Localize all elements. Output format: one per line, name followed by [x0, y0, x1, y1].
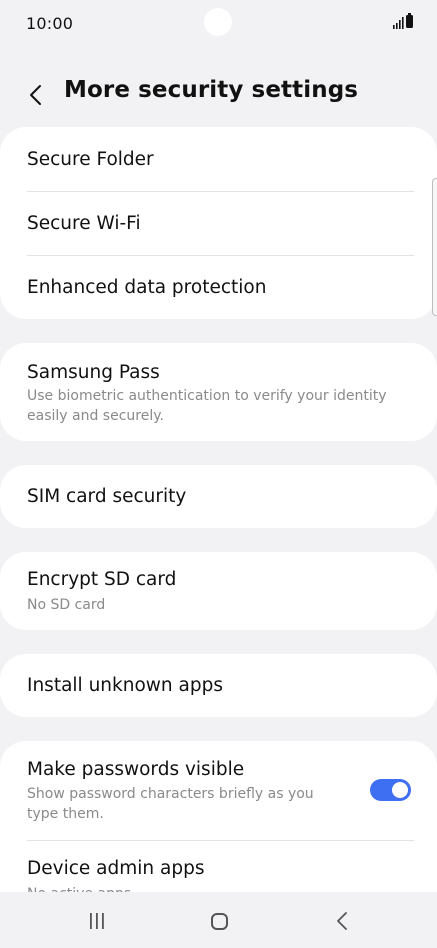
card-passwords: Make passwords visible Show password cha… [0, 741, 437, 893]
item-title: Encrypt SD card [27, 569, 177, 590]
passwords-visible-toggle[interactable] [370, 779, 411, 801]
item-sim-card-security[interactable]: SIM card security [0, 465, 437, 528]
item-secure-wifi[interactable]: Secure Wi-Fi [0, 191, 437, 255]
status-bar: 10:00 [0, 0, 437, 46]
screen: 10:00 More security settings Secure Fold… [0, 0, 437, 948]
item-title: Secure Wi-Fi [27, 213, 141, 234]
front-camera [204, 8, 232, 36]
item-title: Enhanced data protection [27, 277, 267, 298]
status-time: 10:00 [26, 14, 74, 33]
nav-back-icon[interactable] [334, 910, 350, 932]
home-icon[interactable] [211, 913, 228, 930]
item-title: Install unknown apps [27, 675, 223, 696]
page-title: More security settings [64, 77, 359, 103]
item-title: Secure Folder [27, 149, 154, 170]
signal-icon [393, 17, 404, 29]
chevron-left-icon[interactable] [18, 76, 54, 112]
item-make-passwords-visible[interactable]: Make passwords visible Show password cha… [0, 741, 437, 840]
item-title: Make passwords visible [27, 759, 245, 780]
item-encrypt-sd-card[interactable]: Encrypt SD card No SD card [0, 552, 437, 630]
item-install-unknown-apps[interactable]: Install unknown apps [0, 654, 437, 717]
item-title: Samsung Pass [27, 362, 160, 383]
item-subtitle: Show password characters briefly as you … [27, 786, 314, 822]
item-subtitle: Use biometric authentication to verify y… [27, 388, 387, 424]
scroll-indicator[interactable] [432, 178, 437, 316]
navigation-bar [0, 892, 437, 948]
card-install-unknown: Install unknown apps [0, 654, 437, 717]
card-samsung-pass: Samsung Pass Use biometric authenticatio… [0, 343, 437, 441]
toggle-knob [392, 782, 408, 798]
recent-apps-icon[interactable] [88, 912, 106, 930]
app-header: More security settings [0, 68, 437, 116]
item-device-admin-apps[interactable]: Device admin apps No active apps [0, 840, 437, 893]
item-subtitle: No SD card [27, 597, 106, 613]
item-samsung-pass[interactable]: Samsung Pass Use biometric authenticatio… [0, 343, 437, 441]
battery-icon [406, 13, 413, 28]
card-encrypt-sd: Encrypt SD card No SD card [0, 552, 437, 630]
card-sim-security: SIM card security [0, 465, 437, 528]
card-secure: Secure Folder Secure Wi-Fi Enhanced data… [0, 127, 437, 319]
item-enhanced-data-protection[interactable]: Enhanced data protection [0, 255, 437, 319]
item-title: Device admin apps [27, 858, 205, 879]
item-secure-folder[interactable]: Secure Folder [0, 127, 437, 191]
item-title: SIM card security [27, 486, 187, 507]
